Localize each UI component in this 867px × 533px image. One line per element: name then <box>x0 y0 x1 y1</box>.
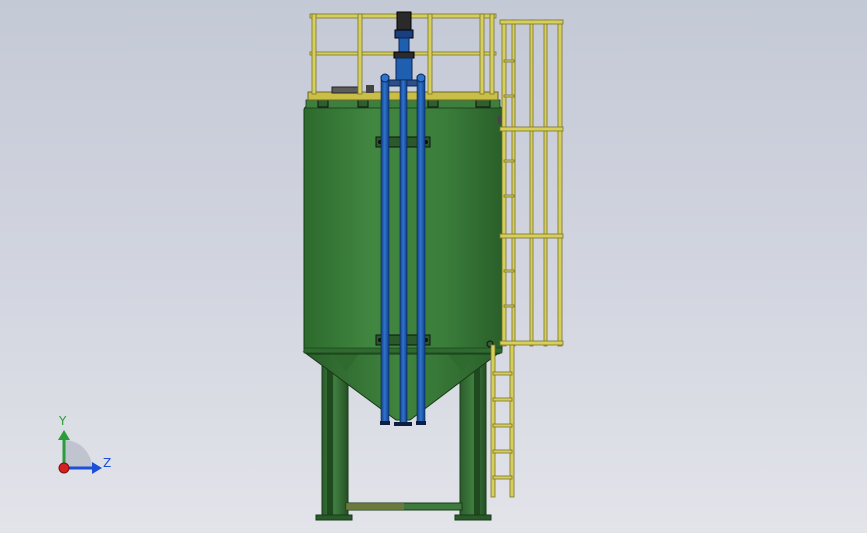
lower-ladder <box>490 344 515 498</box>
cage-ladder <box>499 19 564 347</box>
graphics-viewport[interactable]: Y Z <box>0 0 867 533</box>
coordinate-triad <box>58 430 102 474</box>
dip-pipes <box>380 73 426 426</box>
axis-z-label: Z <box>103 456 112 470</box>
tank-3d-model[interactable] <box>0 0 867 533</box>
axis-y-label: Y <box>59 414 67 428</box>
agitator-motor <box>387 11 421 87</box>
